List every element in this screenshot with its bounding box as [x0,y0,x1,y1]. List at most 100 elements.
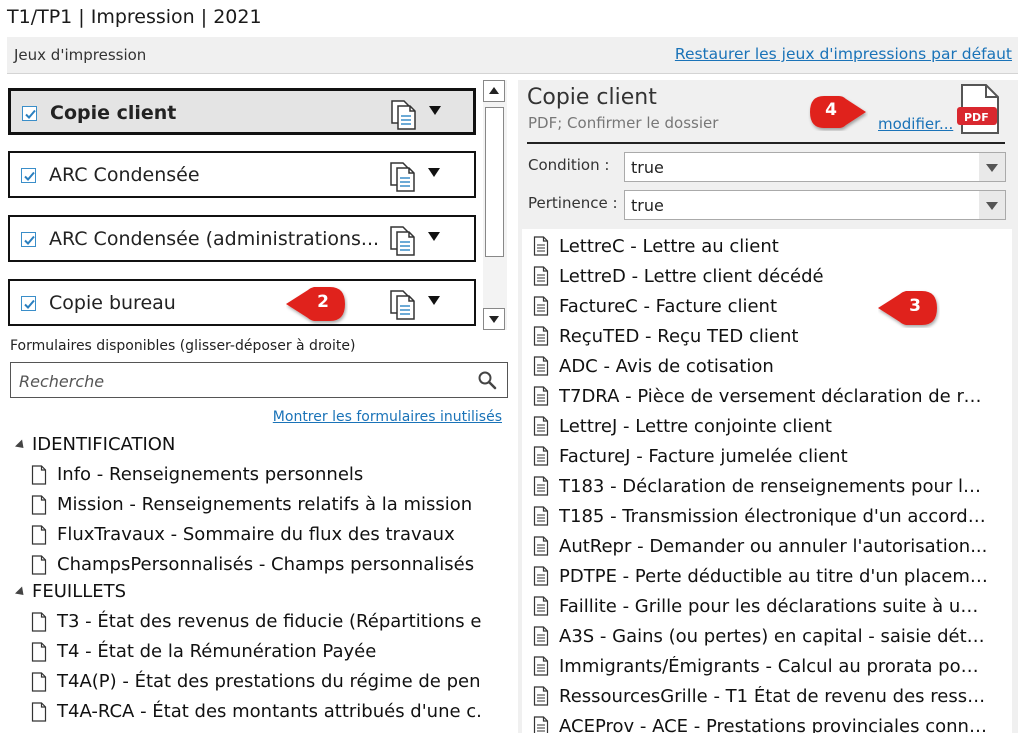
print-set-document-row[interactable]: FactureJ - Facture jumelée client [522,441,992,471]
print-set-document-row[interactable]: LettreC - Lettre au client [522,231,992,261]
form-item-label: T4A(P) - État des prestations du régime … [57,671,481,692]
print-set-document-row[interactable]: ACEProv - ACE - Prestations provinciales… [522,711,992,733]
print-set-document-row[interactable]: Faillite - Grille pour les déclarations … [522,591,992,621]
pdf-icon[interactable]: PDF [956,83,1004,141]
form-list-item[interactable]: T4A(P) - État des prestations du régime … [31,668,481,698]
window-title: T1/TP1 | Impression | 2021 [7,6,262,28]
print-set-card[interactable]: ARC Condensée [8,151,476,198]
form-list-item[interactable]: T4A-RCA - État des montants attribués d'… [31,698,481,728]
tree-category-label: FEUILLETS [32,581,127,602]
callout-3: 3 [878,288,940,328]
scroll-down-button[interactable] [483,308,505,330]
document-label: PDTPE - Perte déductible au titre d'un p… [559,566,989,587]
form-item-label: Info - Renseignements personnels [57,464,364,485]
print-sets-label: Jeux d'impression [14,46,147,64]
print-set-checkbox[interactable] [21,168,36,183]
form-item-label: T4 - État de la Rémunération Payée [57,641,377,662]
form-item-label: FluxTravaux - Sommaire du flux des trava… [57,524,455,545]
print-set-document-row[interactable]: Immigrants/Émigrants - Calcul au prorata… [522,651,992,681]
document-label: Faillite - Grille pour les déclarations … [559,596,989,617]
document-lines-icon [533,626,549,650]
print-set-document-row[interactable]: LettreD - Lettre client décédé [522,261,992,291]
form-list-item[interactable]: T3 - État des revenus de fiducie (Répart… [31,608,481,638]
print-sets-scrollbar[interactable] [483,80,507,330]
print-set-label: Copie bureau [49,292,176,314]
document-lines-icon [533,386,549,410]
condition-select[interactable]: true [624,152,1006,182]
document-lines-icon [533,506,549,530]
chevron-down-icon[interactable] [428,232,440,241]
tree-category[interactable]: IDENTIFICATION [14,434,176,455]
print-set-checkbox[interactable] [21,232,36,247]
document-lines-icon [533,296,549,320]
show-unused-forms-link[interactable]: Montrer les formulaires inutilisés [273,409,502,425]
document-icon [31,554,47,581]
document-label: AutRepr - Demander ou annuler l'autorisa… [559,536,988,557]
tree-category-label: IDENTIFICATION [32,434,176,455]
arrow-up-icon [489,87,499,94]
document-lines-icon [533,686,549,710]
document-label: LettreC - Lettre au client [559,236,779,257]
document-icon [31,464,47,491]
chevron-down-icon[interactable] [428,296,440,305]
form-list-item[interactable]: FluxTravaux - Sommaire du flux des trava… [31,521,481,551]
pertinence-value: true [631,196,664,215]
chevron-down-icon [986,164,998,172]
document-label: ReçuTED - Reçu TED client [559,326,799,347]
document-lines-icon [533,596,549,620]
print-set-label: ARC Condensée (administrations... [49,228,380,250]
print-set-document-row[interactable]: T7DRA - Pièce de versement déclaration d… [522,381,992,411]
print-set-card[interactable]: ARC Condensée (administrations... [8,215,476,262]
collapse-arrow-icon[interactable] [14,438,28,452]
document-lines-icon [533,656,549,680]
document-lines-icon [533,236,549,260]
document-label: T7DRA - Pièce de versement déclaration d… [559,386,989,407]
detail-title: Copie client [527,85,657,110]
print-set-document-row[interactable]: RessourcesGrille - T1 État de revenu des… [522,681,992,711]
document-label: RessourcesGrille - T1 État de revenu des… [559,686,989,707]
document-label: LettreJ - Lettre conjointe client [559,416,832,437]
search-input[interactable] [17,369,461,393]
form-item-label: T4A-RCA - État des montants attribués d'… [57,701,481,722]
callout-2: 2 [286,284,348,324]
document-lines-icon [533,356,549,380]
chevron-down-icon[interactable] [428,168,440,177]
callout-3-number: 3 [909,296,921,316]
print-set-card[interactable]: Copie bureau [8,279,476,326]
document-icon [31,494,47,521]
modify-link[interactable]: modifier... [878,115,953,133]
document-icon [31,701,47,728]
print-set-document-row[interactable]: LettreJ - Lettre conjointe client [522,411,992,441]
form-item-label: ChampsPersonnalisés - Champs personnalis… [57,554,475,575]
document-lines-icon [533,446,549,470]
collapse-arrow-icon[interactable] [14,585,28,599]
print-set-document-row[interactable]: PDTPE - Perte déductible au titre d'un p… [522,561,992,591]
form-list-item[interactable]: T4 - État de la Rémunération Payée [31,638,481,668]
scroll-up-button[interactable] [483,80,505,102]
print-set-document-row[interactable]: T183 - Déclaration de renseignements pou… [522,471,992,501]
form-item-label: Mission - Renseignements relatifs à la m… [57,494,473,515]
form-list-item[interactable]: Info - Renseignements personnels [31,461,481,491]
print-set-document-row[interactable]: ADC - Avis de cotisation [522,351,992,381]
condition-label: Condition : [528,156,610,174]
tree-category[interactable]: FEUILLETS [14,581,127,602]
chevron-down-icon[interactable] [429,106,441,115]
document-lines-icon [533,266,549,290]
condition-value: true [631,158,664,177]
form-list-item[interactable]: ChampsPersonnalisés - Champs personnalis… [31,551,481,581]
print-set-checkbox[interactable] [21,296,36,311]
print-set-document-row[interactable]: T185 - Transmission électronique d'un ac… [522,501,992,531]
restore-defaults-link[interactable]: Restaurer les jeux d'impressions par déf… [675,45,1012,63]
print-set-checkbox[interactable] [22,106,37,121]
detail-subtitle: PDF; Confirmer le dossier [528,114,719,132]
condition-dropdown-button[interactable] [979,153,1005,181]
pertinence-select[interactable]: true [624,190,1006,220]
print-set-card[interactable]: Copie client [8,88,476,135]
form-list-item[interactable]: Mission - Renseignements relatifs à la m… [31,491,481,521]
document-label: FactureJ - Facture jumelée client [559,446,848,467]
search-icon[interactable] [477,370,497,394]
print-set-document-row[interactable]: AutRepr - Demander ou annuler l'autorisa… [522,531,992,561]
pertinence-dropdown-button[interactable] [979,191,1005,219]
scroll-thumb[interactable] [485,107,504,257]
print-set-document-row[interactable]: A3S - Gains (ou pertes) en capital - sai… [522,621,992,651]
